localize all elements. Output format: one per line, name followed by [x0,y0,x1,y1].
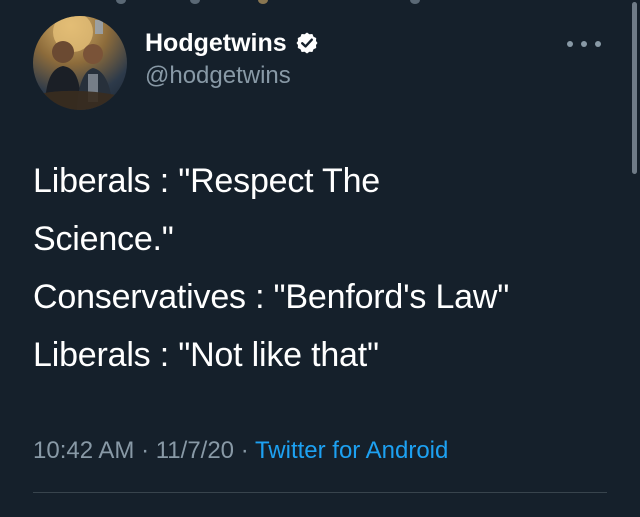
tweet-time[interactable]: 10:42 AM [33,437,134,464]
tweet-meta: 10:42 AM · 11/7/20 · Twitter for Android [33,436,448,466]
divider [33,492,607,493]
tweet-text-line: Liberals : "Respect The [33,162,381,200]
verified-badge-icon [295,31,319,55]
meta-separator: · [234,437,255,464]
author-name-text[interactable]: Hodgetwins [145,28,287,58]
author-handle[interactable]: @hodgetwins [145,61,319,91]
more-options-icon[interactable] [567,38,601,50]
previous-tweet-fragment [0,0,640,8]
scrollbar[interactable] [632,2,637,174]
avatar-image [33,16,127,110]
avatar[interactable] [33,16,127,110]
author-name[interactable]: Hodgetwins [145,28,319,58]
author-info: Hodgetwins @hodgetwins [145,28,319,91]
tweet-date[interactable]: 11/7/20 [156,437,234,464]
tweet-source-link[interactable]: Twitter for Android [255,437,448,464]
tweet-text-line: Science." [33,220,174,258]
tweet-text: Liberals : "Respect The Science." Conser… [33,152,613,384]
tweet-text-line: Conservatives : "Benford's Law" [33,278,510,316]
tweet-header: Hodgetwins @hodgetwins [33,16,613,112]
tweet-text-line: Liberals : "Not like that" [33,336,379,374]
meta-separator: · [134,437,156,464]
